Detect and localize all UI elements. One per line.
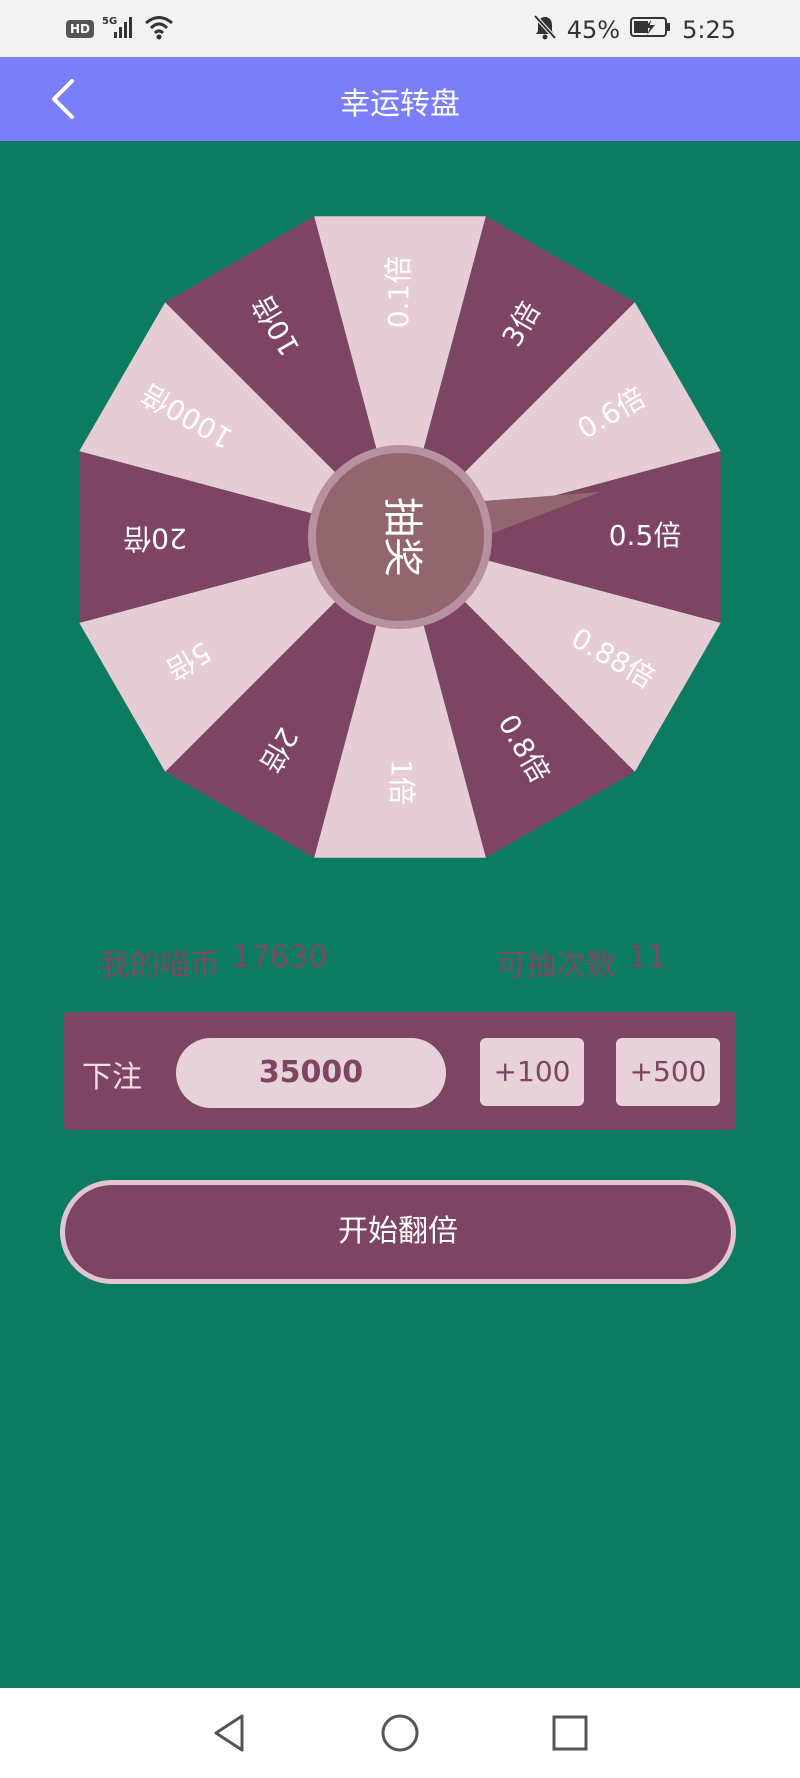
recents-square-icon <box>552 1715 588 1751</box>
draws-value: 11 <box>628 940 667 975</box>
add-500-button[interactable]: +500 <box>616 1038 720 1106</box>
nav-recents-button[interactable] <box>547 1710 593 1756</box>
nav-home-button[interactable] <box>377 1710 423 1756</box>
wheel-segment-label: 20倍 <box>123 522 187 555</box>
navigation-bar <box>0 1688 800 1778</box>
coins-value: 17630 <box>232 940 328 975</box>
clock: 5:25 <box>682 16 736 44</box>
bet-label: 下注 <box>82 1060 142 1095</box>
draw-button-label: 抽奖 <box>379 497 425 577</box>
back-triangle-icon <box>214 1714 244 1752</box>
draws-label: 可抽次数 <box>496 948 616 983</box>
wheel-segment-label: 0.5倍 <box>609 519 682 552</box>
nav-back-button[interactable] <box>206 1710 252 1756</box>
bell-muted-icon <box>533 14 557 46</box>
wheel-segment-label: 1倍 <box>385 759 418 805</box>
start-double-button[interactable]: 开始翻倍 <box>60 1180 736 1284</box>
home-circle-icon <box>381 1714 419 1752</box>
page-title: 幸运转盘 <box>340 87 460 122</box>
battery-icon <box>630 15 672 45</box>
app-bar: 幸运转盘 <box>0 57 800 141</box>
status-bar: HD 5G 45% 5:25 <box>0 0 800 57</box>
coins-label: 我的喵币 <box>100 948 220 983</box>
network-type: 5G <box>102 16 117 27</box>
draws-stat: 可抽次数 11 <box>496 940 666 984</box>
prize-wheel[interactable]: 0.1倍 3倍0.6倍0.5倍0.88倍0.8倍1倍2倍5倍20倍1000倍10倍… <box>75 212 725 862</box>
bet-amount-input[interactable]: 35000 <box>176 1038 446 1108</box>
wheel-segment-label: 0.1倍 <box>382 256 415 329</box>
hd-icon: HD <box>66 20 95 38</box>
battery-percent: 45% <box>566 16 621 44</box>
add-100-button[interactable]: +100 <box>480 1038 584 1106</box>
coins-stat: 我的喵币 17630 <box>100 940 327 984</box>
signal-icon: 5G <box>102 14 136 44</box>
bet-panel: 下注 35000 +100 +500 <box>64 1012 736 1130</box>
wifi-icon <box>144 14 174 44</box>
stats-row: 我的喵币 17630 可抽次数 11 <box>0 940 800 983</box>
